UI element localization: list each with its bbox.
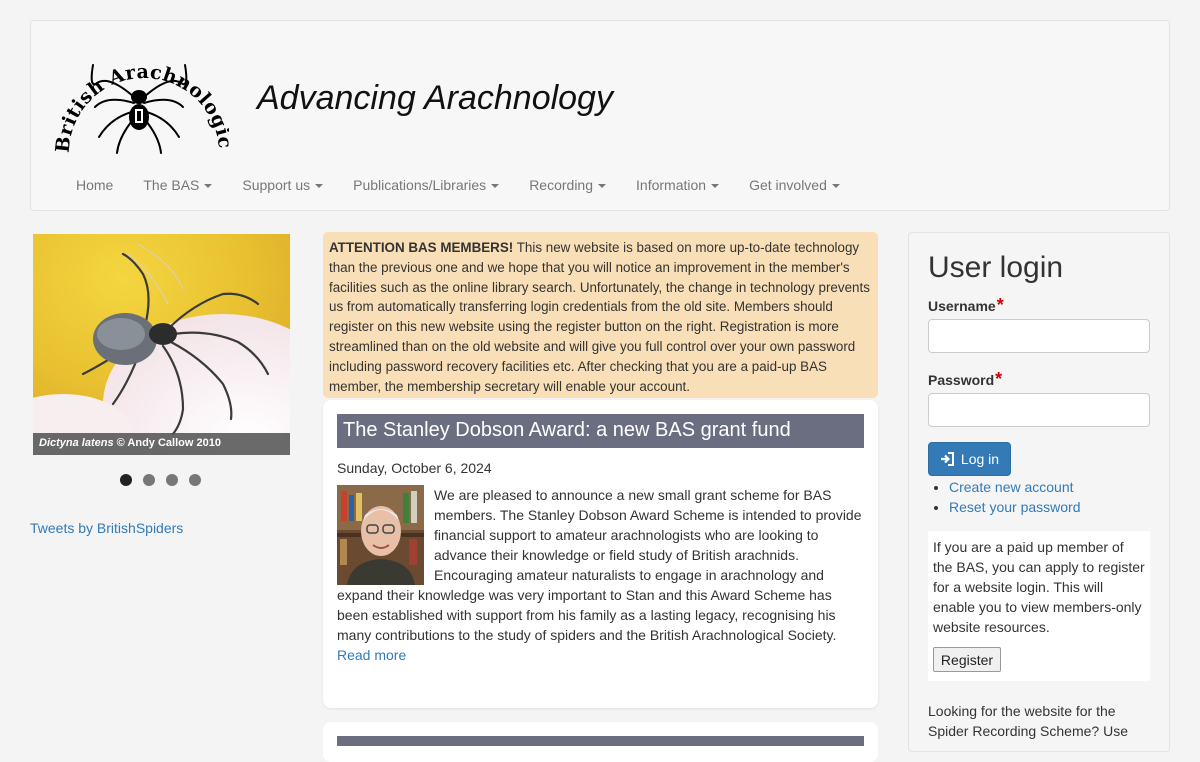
nav-item-recording[interactable]: Recording [514,167,621,203]
main-nav: Home The BAS Support us Publications/Lib… [61,167,855,203]
article-title[interactable]: The Stanley Dobson Award: a new BAS gran… [337,414,864,448]
login-title: User login [928,251,1064,284]
user-login-block: User login Username* Password* Log in Cr… [908,232,1170,752]
pager-dot-2[interactable] [143,474,155,486]
username-label-text: Username [928,298,996,314]
username-input[interactable] [928,319,1150,353]
nav-item-publications[interactable]: Publications/Libraries [338,167,514,203]
slideshow-pager [120,474,201,486]
caret-down-icon [711,184,720,188]
read-more-link[interactable]: Read more [337,645,864,665]
required-mark: * [996,295,1004,315]
nav-item-the-bas[interactable]: The BAS [128,167,227,203]
username-label: Username* [928,295,1004,316]
register-button[interactable]: Register [933,647,1001,672]
notice-heading: ATTENTION BAS MEMBERS! [329,240,514,255]
login-links: Create new account Reset your password [928,477,1081,517]
nav-item-get-involved[interactable]: Get involved [734,167,855,203]
article-date: Sunday, October 6, 2024 [337,460,492,476]
pager-dot-4[interactable] [189,474,201,486]
password-input[interactable] [928,393,1150,427]
spider-photo [33,234,290,455]
reset-password-link[interactable]: Reset your password [949,499,1081,515]
create-account-link[interactable]: Create new account [949,479,1074,495]
nav-item-information[interactable]: Information [621,167,734,203]
slideshow-image[interactable]: Dictyna latens © Andy Callow 2010 [33,234,290,455]
bas-logo[interactable]: British Arachnological Society [49,25,229,165]
members-notice: ATTENTION BAS MEMBERS! This new website … [323,232,878,398]
register-box: If you are a paid up member of the BAS, … [928,531,1150,681]
nav-label: Information [636,177,707,193]
caret-down-icon [831,184,840,188]
site-header: British Arachnological Society Advancing… [30,20,1170,211]
required-mark: * [995,369,1003,389]
password-label-text: Password [928,372,995,388]
nav-label: Get involved [749,177,827,193]
login-button[interactable]: Log in [928,442,1011,476]
nav-label: Publications/Libraries [353,177,487,193]
nav-item-home[interactable]: Home [61,167,128,203]
nav-label: Support us [242,177,311,193]
nav-item-support-us[interactable]: Support us [227,167,338,203]
article-title-bar [337,736,864,746]
site-tagline: Advancing Arachnology [257,79,613,117]
nav-label: Recording [529,177,594,193]
news-article-next [323,722,878,762]
news-article: The Stanley Dobson Award: a new BAS gran… [323,400,878,708]
register-text: If you are a paid up member of the BAS, … [933,539,1145,635]
tweets-link[interactable]: Tweets by BritishSpiders [30,520,183,536]
caret-down-icon [491,184,500,188]
pager-dot-1[interactable] [120,474,132,486]
list-item: Reset your password [949,497,1081,517]
login-button-label: Log in [960,451,1000,467]
list-item: Create new account [949,477,1081,497]
srs-text: Looking for the website for the Spider R… [928,703,1128,739]
notice-text: This new website is based on more up-to-… [329,240,870,394]
caret-down-icon [204,184,213,188]
pager-dot-3[interactable] [166,474,178,486]
caption-species: Dictyna latens [39,437,114,449]
caret-down-icon [315,184,324,188]
nav-label: Home [76,177,114,193]
caption-credit: © Andy Callow 2010 [113,437,221,449]
caret-down-icon [598,184,607,188]
svg-text:British Arachnological Society: British Arachnological Society [49,25,229,154]
slide-caption: Dictyna latens © Andy Callow 2010 [33,433,290,455]
sign-in-icon [940,452,954,466]
password-label: Password* [928,369,1002,390]
nav-label: The BAS [143,177,200,193]
stanley-dobson-portrait [337,485,424,585]
